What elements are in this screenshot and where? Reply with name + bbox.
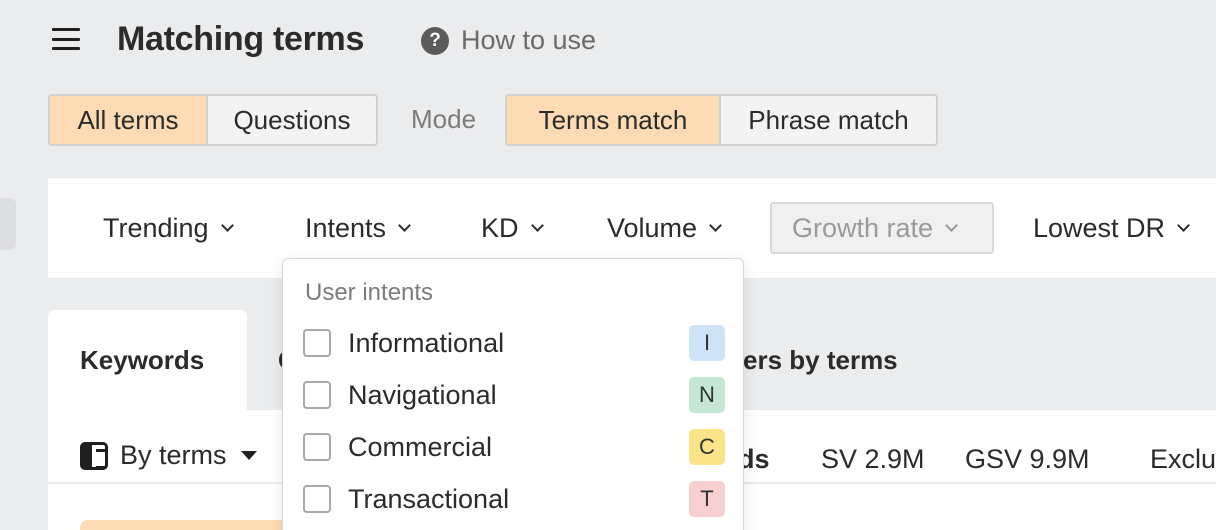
filter-growth-rate[interactable]: Growth rate — [770, 202, 994, 254]
intent-badge: N — [689, 377, 725, 413]
all-terms-button[interactable]: All terms — [50, 96, 206, 144]
intent-label: Commercial — [348, 431, 493, 462]
filter-growth-rate-label: Growth rate — [792, 212, 934, 243]
intent-badge: C — [689, 429, 725, 465]
question-circle-icon: ? — [421, 26, 449, 55]
gsv-stat: GSV 9.9M — [965, 444, 1090, 474]
terms-match-button[interactable]: Terms match — [507, 96, 719, 144]
intent-badge: I — [689, 325, 725, 361]
panel-layout-icon — [80, 441, 108, 470]
checkbox[interactable] — [303, 329, 331, 357]
filter-volume[interactable]: Volume — [607, 204, 722, 252]
exclude-button[interactable]: Exclu — [1150, 444, 1216, 475]
group-by-dropdown[interactable]: By terms — [80, 440, 257, 471]
terms-type-toggle: All terms Questions — [48, 94, 378, 146]
sidebar-edge-handle[interactable] — [0, 198, 16, 250]
caret-down-icon — [240, 451, 257, 460]
match-mode-toggle: Terms match Phrase match — [505, 94, 938, 146]
dropdown-heading: User intents — [305, 279, 434, 306]
how-to-use-label: How to use — [461, 25, 597, 55]
intent-option-transactional[interactable]: Transactional T — [303, 477, 725, 521]
tab-clusters-by-terms[interactable]: ers by terms — [743, 345, 898, 376]
intent-label: Navigational — [348, 379, 497, 410]
sv-stat: SV 2.9M — [821, 444, 925, 474]
chevron-down-icon — [530, 219, 544, 232]
chevron-down-icon — [945, 219, 958, 232]
questions-button[interactable]: Questions — [206, 96, 376, 144]
group-by-label: By terms — [120, 440, 227, 470]
tab-keywords-label: Keywords — [80, 345, 205, 375]
chevron-down-icon — [220, 219, 234, 232]
intent-option-navigational[interactable]: Navigational N — [303, 373, 725, 417]
checkbox[interactable] — [303, 485, 331, 513]
filter-lowest-dr[interactable]: Lowest DR — [1033, 204, 1190, 252]
chevron-down-icon — [398, 219, 411, 232]
filter-lowest-dr-label: Lowest DR — [1033, 212, 1166, 243]
filter-intents[interactable]: Intents — [305, 204, 411, 252]
highlighted-row-tab[interactable] — [80, 520, 300, 530]
page-title: Matching terms — [117, 20, 365, 58]
checkbox[interactable] — [303, 381, 331, 409]
filter-kd[interactable]: KD — [481, 204, 544, 252]
intent-label: Informational — [348, 327, 505, 358]
intent-option-informational[interactable]: Informational I — [303, 321, 725, 365]
phrase-match-button[interactable]: Phrase match — [719, 96, 936, 144]
intent-label: Transactional — [348, 483, 510, 514]
filter-volume-label: Volume — [607, 212, 698, 243]
filter-trending[interactable]: Trending — [103, 204, 234, 252]
chevron-down-icon — [1177, 219, 1190, 232]
mode-label: Mode — [411, 104, 477, 134]
chevron-down-icon — [709, 219, 722, 232]
intents-dropdown: User intents Informational I Navigationa… — [282, 258, 744, 530]
filter-kd-label: KD — [481, 212, 519, 243]
how-to-use-link[interactable]: ? How to use — [421, 25, 596, 56]
checkbox[interactable] — [303, 433, 331, 461]
hamburger-menu-icon[interactable] — [52, 28, 80, 50]
filter-trending-label: Trending — [103, 212, 209, 243]
filter-intents-label: Intents — [305, 212, 387, 243]
intent-badge: T — [689, 481, 725, 517]
intent-option-commercial[interactable]: Commercial C — [303, 425, 725, 469]
